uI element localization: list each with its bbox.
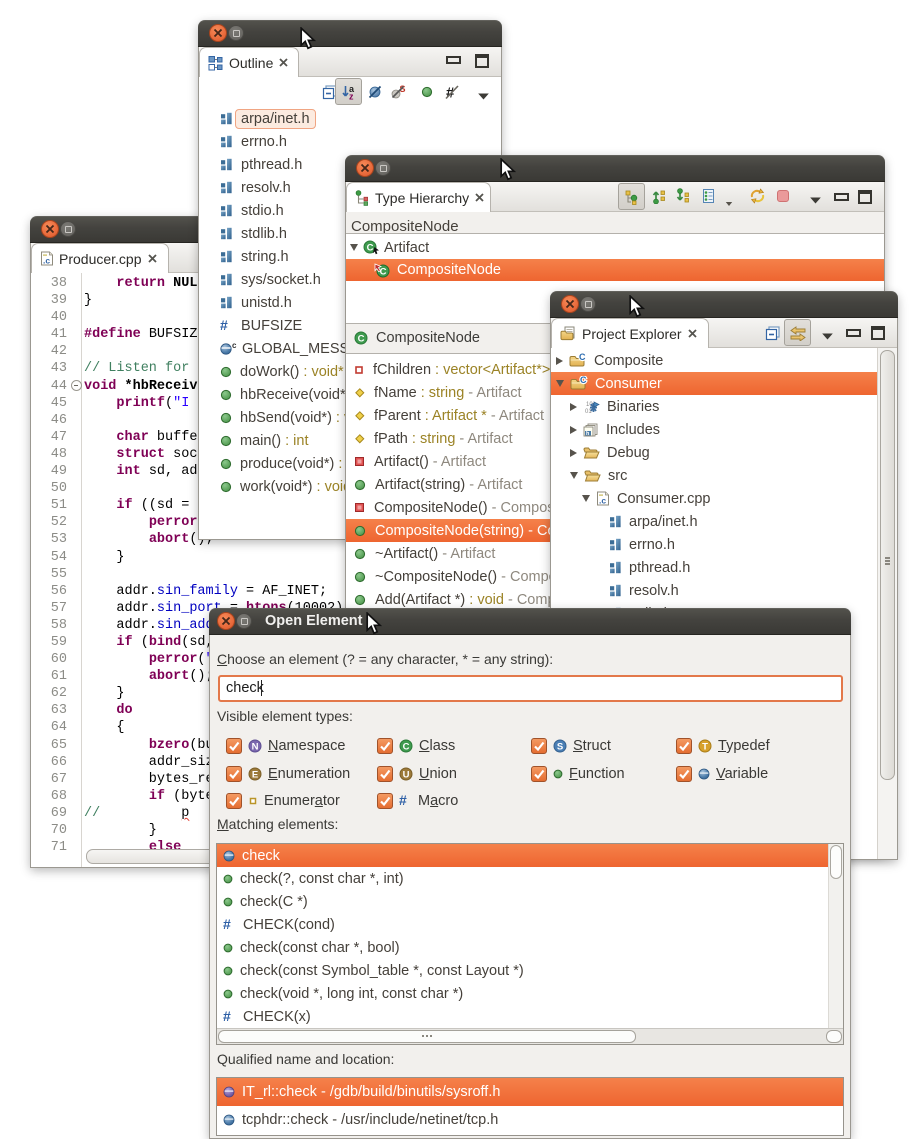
svg-text:U: U (403, 769, 410, 780)
svg-text:E: E (252, 769, 258, 780)
svg-text:N: N (252, 741, 259, 752)
svg-text:C: C (580, 376, 587, 385)
svg-text:T: T (702, 741, 708, 752)
svg-text:c: c (232, 342, 237, 350)
svg-text:C: C (403, 741, 410, 752)
svg-text:.c: .c (599, 496, 606, 506)
svg-text:.c: .c (43, 256, 50, 266)
svg-text:S: S (557, 741, 563, 752)
svg-text:z: z (349, 92, 354, 101)
svg-text:C: C (579, 353, 586, 362)
svg-text:C: C (380, 266, 387, 277)
svg-text:C: C (358, 333, 365, 344)
svg-text:C: C (367, 242, 374, 253)
